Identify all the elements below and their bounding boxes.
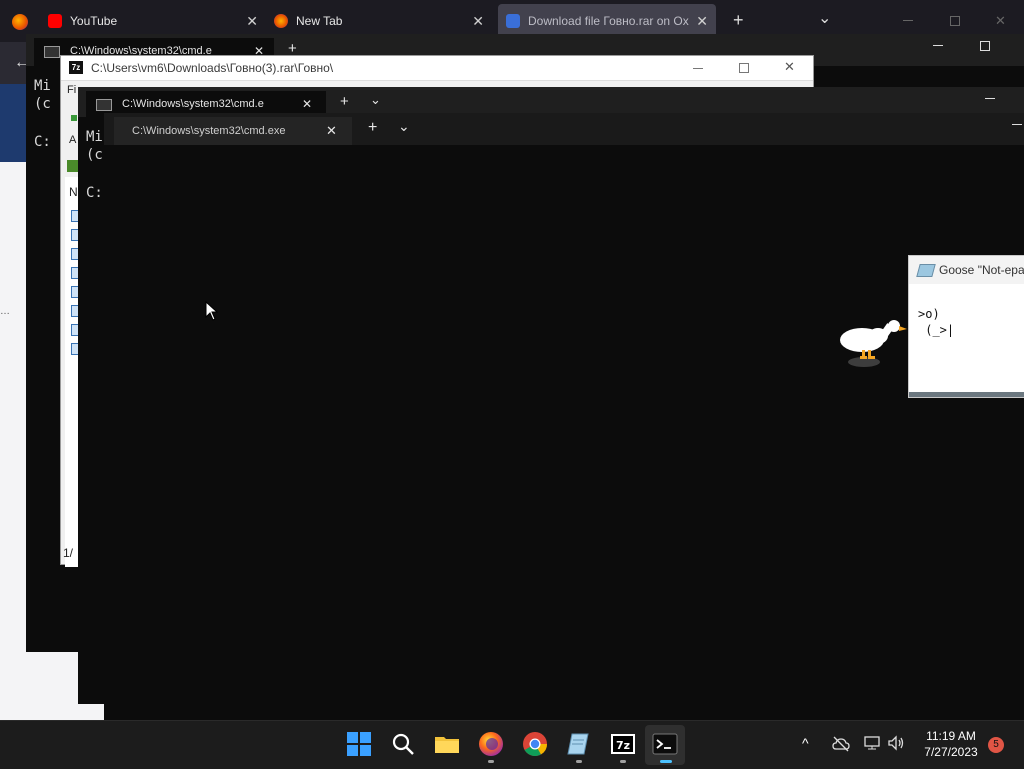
tab-list-button[interactable]: ⌄ — [818, 8, 831, 28]
firefox-icon — [274, 14, 288, 28]
goose-notepad-window: Goose "Not-epa >o) (_>| — [908, 255, 1024, 398]
folder-icon — [435, 737, 459, 753]
notepad-button[interactable] — [566, 731, 592, 757]
maximize-icon[interactable] — [739, 63, 749, 73]
tab-label: Download file Говно.rar on Ox — [528, 14, 689, 28]
close-icon[interactable]: ✕ — [472, 13, 484, 30]
cmd-icon — [44, 46, 60, 58]
minimize-icon[interactable] — [693, 68, 703, 69]
network-icon[interactable] — [864, 735, 882, 751]
tray-overflow-chevron-icon[interactable]: ^ — [802, 735, 809, 751]
close-icon[interactable]: ✕ — [696, 13, 708, 30]
onedrive-offline-icon[interactable] — [832, 736, 850, 752]
dropdown-icon[interactable]: ⌄ — [370, 92, 381, 108]
notification-badge[interactable]: 5 — [988, 737, 1004, 753]
minimize-icon[interactable] — [1012, 124, 1022, 125]
site-icon — [506, 14, 520, 28]
close-icon[interactable]: ✕ — [302, 97, 312, 111]
firefox-icon — [479, 732, 503, 756]
column-header-name[interactable]: N — [69, 185, 78, 199]
close-icon[interactable]: ✕ — [326, 123, 337, 139]
browser-tab-youtube[interactable]: YouTube ✕ — [48, 4, 266, 38]
minimize-icon[interactable] — [903, 20, 913, 21]
close-icon[interactable]: ✕ — [246, 13, 258, 30]
browser-tab-download[interactable]: Download file Говно.rar on Ox ✕ — [498, 4, 716, 38]
goose-note-text[interactable]: >o) (_>| — [918, 306, 954, 338]
running-indicator — [488, 760, 494, 763]
window-bottom-edge — [909, 392, 1024, 397]
search-icon — [392, 733, 414, 755]
terminal-tab-bar: C:\Windows\system32\cmd.exe ✕ + ⌄ — [104, 113, 1024, 145]
7zip-icon: 7z — [69, 61, 83, 74]
chrome-icon — [523, 732, 547, 757]
youtube-icon — [48, 14, 62, 28]
terminal-tab-label: C:\Windows\system32\cmd.e — [122, 98, 264, 110]
maximize-icon[interactable] — [980, 41, 990, 51]
terminal-prompt: C: — [86, 185, 103, 201]
start-button[interactable] — [346, 731, 372, 757]
terminal-window-front: C:\Windows\system32\cmd.exe ✕ + ⌄ — [104, 113, 1024, 720]
new-tab-button[interactable]: + — [368, 119, 377, 137]
taskbar: 7z ^ 5 — [0, 720, 1024, 769]
7zip-icon: 7z — [611, 734, 635, 754]
terminal-prompt: C: — [34, 134, 51, 150]
7zip-title: C:\Users\vm6\Downloads\Говно(3).rar\Говн… — [91, 61, 334, 75]
active-indicator — [660, 760, 672, 763]
clock-time[interactable]: 11:19 AM — [915, 729, 987, 743]
volume-icon[interactable] — [888, 735, 906, 751]
address-label: A — [69, 134, 77, 146]
terminal-line: (c — [86, 147, 103, 163]
terminal-button[interactable] — [652, 731, 678, 757]
goose-title-bar: Goose "Not-epa — [909, 256, 1024, 284]
notepad-icon — [916, 264, 936, 277]
tab-label: YouTube — [70, 14, 118, 28]
minimize-icon[interactable] — [985, 98, 995, 99]
svg-text:7z: 7z — [616, 739, 630, 752]
7zip-button[interactable]: 7z — [610, 731, 636, 757]
add-icon[interactable] — [71, 115, 77, 121]
dropdown-icon[interactable]: ⌄ — [398, 118, 410, 135]
page-ellipsis: … — [0, 306, 10, 317]
file-explorer-button[interactable] — [434, 731, 460, 757]
terminal-icon — [652, 733, 678, 755]
terminal-tab[interactable]: C:\Windows\system32\cmd.exe ✕ — [114, 117, 352, 145]
status-bar: 1/ — [63, 546, 74, 560]
running-indicator — [576, 760, 582, 763]
7zip-title-bar: 7z C:\Users\vm6\Downloads\Говно(3).rar\Г… — [61, 56, 813, 81]
goose-icon — [840, 320, 907, 367]
tab-label: New Tab — [296, 14, 343, 28]
chrome-button[interactable] — [522, 731, 548, 757]
clock-date[interactable]: 7/27/2023 — [915, 745, 987, 759]
new-tab-button[interactable]: + — [340, 93, 349, 110]
maximize-icon[interactable] — [950, 16, 960, 26]
search-button[interactable] — [390, 731, 416, 757]
terminal-tab-label: C:\Windows\system32\cmd.exe — [132, 125, 286, 137]
firefox-button[interactable] — [478, 731, 504, 757]
notepad-icon — [567, 733, 589, 755]
close-icon[interactable]: ✕ — [784, 59, 795, 75]
windows-logo-icon — [347, 732, 371, 756]
browser-tab-new-tab[interactable]: New Tab ✕ — [274, 4, 492, 38]
firefox-logo-icon — [12, 14, 28, 30]
cmd-icon — [96, 99, 112, 111]
menu-file[interactable]: Fi — [67, 84, 76, 96]
mouse-cursor-icon — [205, 301, 219, 321]
goose-window-title: Goose "Not-epa — [939, 263, 1024, 277]
terminal-content[interactable] — [104, 145, 1024, 720]
new-tab-button[interactable]: + — [733, 10, 744, 31]
close-window-icon[interactable]: ✕ — [995, 13, 1006, 29]
running-indicator — [620, 760, 626, 763]
terminal-line: (c — [34, 96, 51, 112]
minimize-icon[interactable] — [933, 45, 943, 46]
